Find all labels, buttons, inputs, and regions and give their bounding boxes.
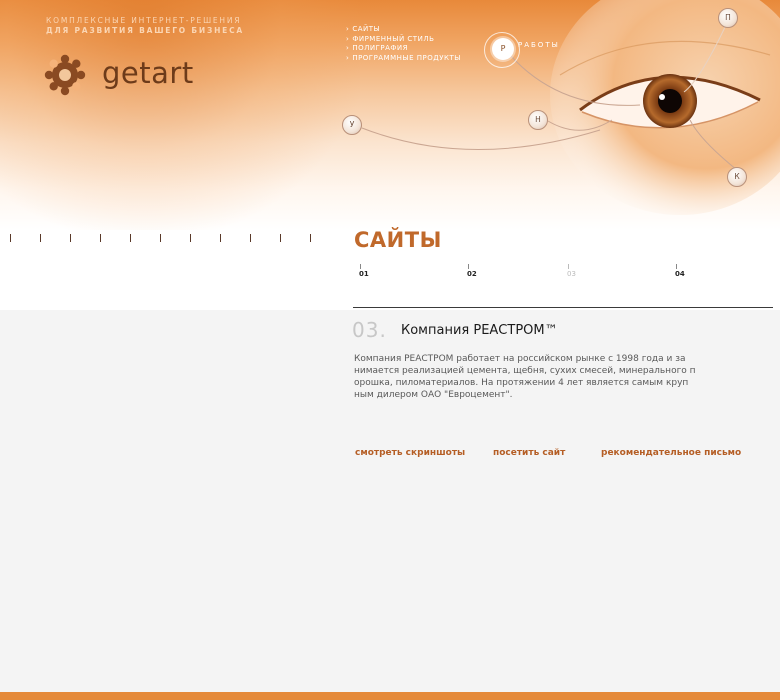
tick-mark xyxy=(220,234,221,242)
item-pager: 01 02 03 04 xyxy=(354,264,774,284)
tick-mark xyxy=(130,234,131,242)
pager-label: 04 xyxy=(675,270,685,278)
pager-label: 01 xyxy=(359,270,369,278)
pager-item-03[interactable]: 03 xyxy=(567,264,576,278)
item-number: 03. xyxy=(352,318,387,342)
tick-mark xyxy=(70,234,71,242)
header-banner: КОМПЛЕКСНЫЕ ИНТЕРНЕТ-РЕШЕНИЯ ДЛЯ РАЗВИТИ… xyxy=(0,0,780,310)
pager-tick xyxy=(468,264,469,269)
node-u[interactable]: У xyxy=(342,115,362,135)
tick-mark xyxy=(280,234,281,242)
item-title: Компания РЕАСТРОМ™ xyxy=(401,323,558,338)
tick-mark xyxy=(10,234,11,242)
pager-tick xyxy=(676,264,677,269)
recommendation-letter-link[interactable]: рекомендательное письмо xyxy=(601,448,741,458)
tick-mark xyxy=(160,234,161,242)
view-screenshots-link[interactable]: смотреть скриншоты xyxy=(355,448,465,458)
decorative-ticks xyxy=(0,230,330,250)
pager-item-01[interactable]: 01 xyxy=(359,264,369,278)
pager-item-04[interactable]: 04 xyxy=(675,264,685,278)
tick-mark xyxy=(40,234,41,242)
works-circle: Р xyxy=(492,38,514,60)
node-k[interactable]: К xyxy=(727,167,747,187)
tick-mark xyxy=(250,234,251,242)
pager-item-02[interactable]: 02 xyxy=(467,264,477,278)
tick-mark xyxy=(310,234,311,242)
footer-bar xyxy=(0,692,780,700)
item-links: смотреть скриншоты посетить сайт рекомен… xyxy=(355,448,775,462)
content-divider xyxy=(353,307,773,308)
tick-mark xyxy=(100,234,101,242)
visit-site-link[interactable]: посетить сайт xyxy=(493,448,565,458)
node-p[interactable]: П xyxy=(718,8,738,28)
tick-mark xyxy=(190,234,191,242)
connector-lines xyxy=(361,24,738,171)
pager-label: 02 xyxy=(467,270,477,278)
pager-tick xyxy=(568,264,569,269)
pager-label: 03 xyxy=(567,270,576,278)
item-description: Компания РЕАСТРОМ работает на российском… xyxy=(354,354,696,400)
pager-tick xyxy=(360,264,361,269)
node-n[interactable]: Н xyxy=(528,110,548,130)
section-title: САЙТЫ xyxy=(354,228,442,252)
works-label: РАБОТЫ xyxy=(518,41,560,49)
